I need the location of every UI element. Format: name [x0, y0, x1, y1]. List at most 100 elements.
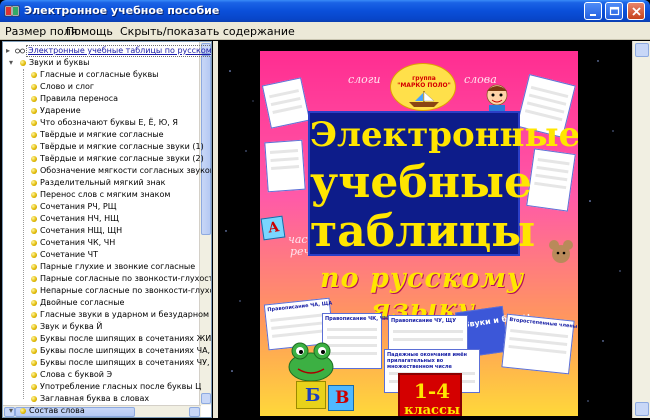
tree-expander-icon[interactable]: ▾	[9, 59, 17, 67]
tree-item[interactable]: Обозначение мягкости согласных звуков	[3, 165, 211, 177]
item-bullet-icon	[31, 144, 37, 150]
tree-item[interactable]: Непарные согласные по звонкости-глухости	[3, 285, 211, 297]
item-bullet-icon	[31, 108, 37, 114]
tree-item-label: Звук и буква Й	[40, 322, 103, 331]
app-book-icon	[4, 5, 20, 17]
maximize-icon	[609, 6, 620, 16]
cover-card-secondary-members: Второстепенные члены предложения	[501, 313, 578, 375]
contents-tree[interactable]: ▸ Электронные учебные таблицы по русскому…	[2, 41, 212, 418]
item-bullet-icon	[31, 312, 37, 318]
grade-range: 1-4	[413, 379, 451, 403]
item-bullet-icon	[31, 324, 37, 330]
tree-item-label: Правила переноса	[40, 94, 119, 103]
tree-item-label: Ударение	[40, 106, 81, 115]
tree-item[interactable]: Перенос слов с мягким знаком	[3, 189, 199, 201]
tree-item[interactable]: Ударение	[3, 105, 199, 117]
item-bullet-icon	[31, 72, 37, 78]
item-bullet-icon	[31, 216, 37, 222]
tree-item[interactable]: Что обозначают буквы Е, Ё, Ю, Я	[3, 117, 199, 129]
tree-item-label: Твёрдые и мягкие согласные звуки (2)	[40, 154, 204, 163]
tree-item-label: Гласные звуки в ударном и безударном сло…	[40, 310, 211, 319]
tree-item[interactable]: Сочетания НЧ, НЩ	[3, 213, 199, 225]
tree-expander-icon[interactable]: ▸	[6, 47, 14, 55]
menu-toggle-contents[interactable]: Скрыть/показать содержание	[120, 25, 295, 38]
tree-item[interactable]: Двойные согласные	[3, 297, 199, 309]
item-bullet-icon	[31, 204, 37, 210]
tree-item-label: Что обозначают буквы Е, Ё, Ю, Я	[40, 118, 178, 127]
content-pane: группа "МАРКО ПОЛО" слоги слова части ре…	[218, 41, 632, 418]
tree-item[interactable]: Буквы после шипящих в сочетаниях ЧУ, ЩУ	[3, 357, 211, 369]
tree-item-label: Сочетание ЧТ	[40, 250, 98, 259]
menu-help[interactable]: Помощь	[66, 25, 113, 38]
tree-item[interactable]: Твёрдые и мягкие согласные звуки (2)	[3, 153, 204, 165]
tree-item[interactable]: Слова с буквой Э	[3, 369, 199, 381]
cover-card-top-left	[261, 77, 311, 129]
title-bar[interactable]: Электронное учебное пособие	[0, 0, 650, 22]
tree-item[interactable]: Правила переноса	[3, 93, 199, 105]
item-bullet-icon	[31, 396, 37, 402]
grade-badge: 1-4 классы	[398, 373, 462, 416]
publisher-logo: группа "МАРКО ПОЛО"	[390, 63, 456, 111]
tree-item-label: Разделительный мягкий знак	[40, 178, 166, 187]
tree-item-label: Слово и слог	[40, 82, 95, 91]
card-title: Правописание ЧА, ЩА	[267, 300, 333, 314]
close-icon	[632, 7, 641, 16]
tree-item[interactable]: Сочетания ЧК, ЧН	[3, 237, 199, 249]
tree-item[interactable]: Твёрдые и мягкие согласные	[3, 129, 199, 141]
tree-section-item[interactable]: ▾ Звуки и буквы	[3, 57, 199, 69]
tree-item-label: Сочетания НЧ, НЩ	[40, 214, 119, 223]
tree-item[interactable]: Сочетание ЧТ	[3, 249, 199, 261]
minimize-icon	[590, 14, 596, 16]
item-bullet-icon	[31, 252, 37, 258]
minimize-button[interactable]	[584, 2, 602, 20]
window-title: Электронное учебное пособие	[24, 4, 220, 17]
card-title: Правописание ЧК, ЧН	[325, 316, 389, 322]
tree-item-label: Твёрдые и мягкие согласные	[40, 130, 164, 139]
tree-expander-icon[interactable]: ▾	[9, 407, 17, 415]
item-bullet-icon	[31, 300, 37, 306]
tree-item-label: Сочетания НЩ, ЩН	[40, 226, 123, 235]
tree-item-label: Парные глухие и звонкие согласные	[40, 262, 196, 271]
card-title: Правописание ЧУ, ЩУ	[391, 318, 457, 324]
content-vertical-scrollbar[interactable]	[632, 41, 650, 418]
tree-item-label: Буквы после шипящих в сочетаниях ЖИ, ШИ	[40, 334, 212, 343]
tree-item[interactable]: Гласные звуки в ударном и безударном сло…	[3, 309, 211, 321]
logo-line-1: группа	[412, 75, 436, 82]
tree-item[interactable]: Сочетания НЩ, ЩН	[3, 225, 199, 237]
grade-label: классы	[404, 403, 460, 416]
menu-bar: Размер поля Помощь Скрыть/показать содер…	[0, 22, 650, 40]
item-bullet-icon	[31, 156, 37, 162]
content-scroll-up-arrow[interactable]	[635, 43, 649, 57]
cover-title-line-1: Электронные	[310, 115, 578, 155]
content-scroll-down-arrow[interactable]	[635, 402, 649, 416]
item-bullet-icon	[31, 360, 37, 366]
tree-item[interactable]: Звук и буква Й	[3, 321, 199, 333]
section-bullet-icon	[20, 408, 26, 414]
tree-item[interactable]: Парные согласные по звонкости-глухости	[3, 273, 211, 285]
tree-item[interactable]: Корень слова	[3, 417, 199, 418]
tree-item[interactable]: Заглавная буква в словах	[3, 393, 199, 405]
scroll-down-arrow[interactable]	[201, 393, 211, 404]
tree-item[interactable]: Буквы после шипящих в сочетаниях ЧА, ЩА	[3, 345, 211, 357]
item-bullet-icon	[31, 228, 37, 234]
item-bullet-icon	[31, 132, 37, 138]
tree-item[interactable]: Слово и слог	[3, 81, 199, 93]
tree-item[interactable]: Употребление гласных после буквы Ц	[3, 381, 201, 393]
item-bullet-icon	[31, 120, 37, 126]
item-bullet-icon	[31, 336, 37, 342]
tree-item[interactable]: Разделительный мягкий знак	[3, 177, 199, 189]
tree-item-label: Слова с буквой Э	[40, 370, 113, 379]
tree-item[interactable]: Парные глухие и звонкие согласные	[3, 261, 199, 273]
maximize-button[interactable]	[605, 2, 623, 20]
tree-section-item[interactable]: ▾ Состав слова	[3, 405, 199, 417]
item-bullet-icon	[31, 96, 37, 102]
tree-item[interactable]: Сочетания РЧ, РЩ	[3, 201, 199, 213]
tree-root-item[interactable]: ▸ Электронные учебные таблицы по русскому…	[3, 45, 211, 57]
tree-item[interactable]: Твёрдые и мягкие согласные звуки (1)	[3, 141, 204, 153]
tree-item[interactable]: Гласные и согласные буквы	[3, 69, 199, 81]
close-button[interactable]	[627, 2, 645, 20]
cover-word-syllables: слоги	[348, 73, 381, 86]
tree-item-label: Обозначение мягкости согласных звуков	[40, 166, 212, 175]
tree-item-label: Непарные согласные по звонкости-глухости	[40, 286, 212, 295]
tree-item[interactable]: Буквы после шипящих в сочетаниях ЖИ, ШИ	[3, 333, 211, 345]
